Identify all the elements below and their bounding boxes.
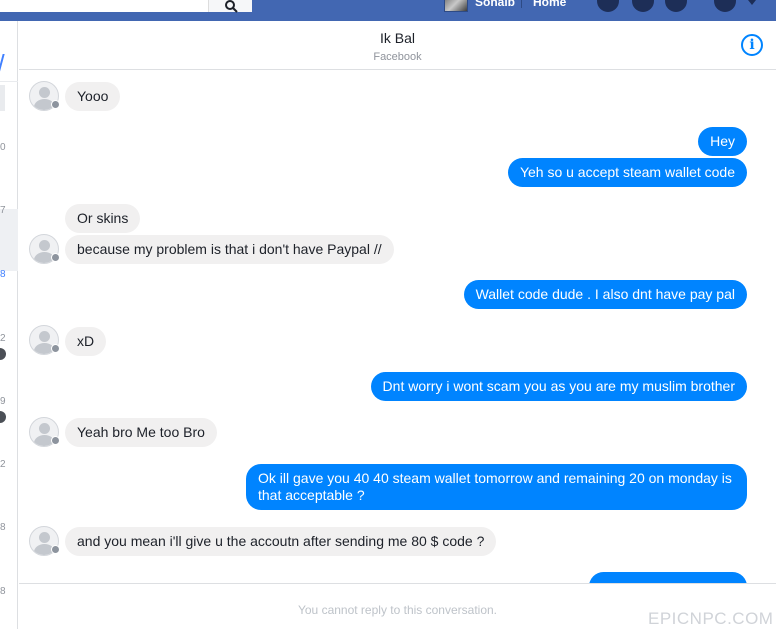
message-bubble-outgoing-cropped[interactable] xyxy=(589,572,747,583)
seen-avatar-icon xyxy=(0,348,6,360)
conversation-list-strip: 0 7 8 2 9 2 8 8 xyxy=(0,21,18,629)
facebook-topbar: Sohaib Home xyxy=(0,0,776,21)
help-icon[interactable] xyxy=(714,0,736,12)
contact-name[interactable]: Ik Bal xyxy=(19,30,776,46)
list-item[interactable] xyxy=(0,85,5,111)
message-bubble-incoming[interactable]: Or skins xyxy=(65,204,141,233)
message-bubble-outgoing[interactable]: Hey xyxy=(698,127,747,156)
search-icon xyxy=(224,0,238,13)
account-menu-caret-icon[interactable] xyxy=(748,0,756,5)
message-bubble-outgoing[interactable]: Yeh so u accept steam wallet code xyxy=(507,158,747,187)
list-item-time: 8 xyxy=(0,586,6,597)
friend-requests-icon[interactable] xyxy=(597,0,619,12)
profile-name-link[interactable]: Sohaib xyxy=(475,0,515,9)
search-button[interactable] xyxy=(208,0,252,13)
list-item-time: 9 xyxy=(0,396,6,407)
home-link[interactable]: Home xyxy=(533,0,566,9)
messenger-badge-icon xyxy=(51,344,60,353)
messenger-icon[interactable] xyxy=(632,0,654,12)
list-item-time: 2 xyxy=(0,333,6,344)
message-thread[interactable]: Yooo Hey Yeh so u accept steam wallet co… xyxy=(19,71,776,583)
list-item-time: 8 xyxy=(0,269,6,280)
contact-subtitle: Facebook xyxy=(373,51,422,63)
seen-avatar-icon xyxy=(0,411,6,423)
message-bubble-incoming[interactable]: Yeah bro Me too Bro xyxy=(65,418,217,447)
divider xyxy=(0,81,18,82)
watermark: EPICNPC.COM xyxy=(648,609,774,628)
profile-avatar[interactable] xyxy=(444,0,468,12)
message-bubble-incoming[interactable]: because my problem is that i don't have … xyxy=(65,235,394,264)
notifications-icon[interactable] xyxy=(665,0,687,12)
message-bubble-incoming[interactable]: xD xyxy=(65,327,107,356)
message-bubble-incoming[interactable]: Yooo xyxy=(65,82,121,111)
info-icon[interactable]: i xyxy=(741,34,763,56)
compose-icon[interactable] xyxy=(0,54,10,74)
list-item-time: 2 xyxy=(0,459,6,470)
message-bubble-outgoing[interactable]: Ok ill gave you 40 40 steam wallet tomor… xyxy=(246,464,747,510)
messenger-badge-icon xyxy=(51,436,60,445)
list-item-time: 7 xyxy=(0,205,6,216)
messenger-badge-icon xyxy=(51,253,60,262)
messenger-window: Sohaib Home 0 7 8 2 9 2 8 8 Ik Bal Faceb… xyxy=(0,0,776,629)
message-bubble-outgoing[interactable]: Wallet code dude . I also dnt have pay p… xyxy=(463,280,747,309)
messenger-badge-icon xyxy=(51,545,60,554)
list-item-time: 0 xyxy=(0,142,6,153)
message-bubble-outgoing[interactable]: Dnt worry i wont scam you as you are my … xyxy=(370,372,747,401)
topbar-divider xyxy=(521,0,522,8)
message-bubble-incoming[interactable]: and you mean i'll give u the accoutn aft… xyxy=(65,527,497,556)
conversation-header: Ik Bal Facebook i xyxy=(19,21,776,70)
list-item-selected[interactable] xyxy=(0,209,18,271)
list-item-time: 8 xyxy=(0,522,6,533)
messenger-badge-icon xyxy=(51,100,60,109)
